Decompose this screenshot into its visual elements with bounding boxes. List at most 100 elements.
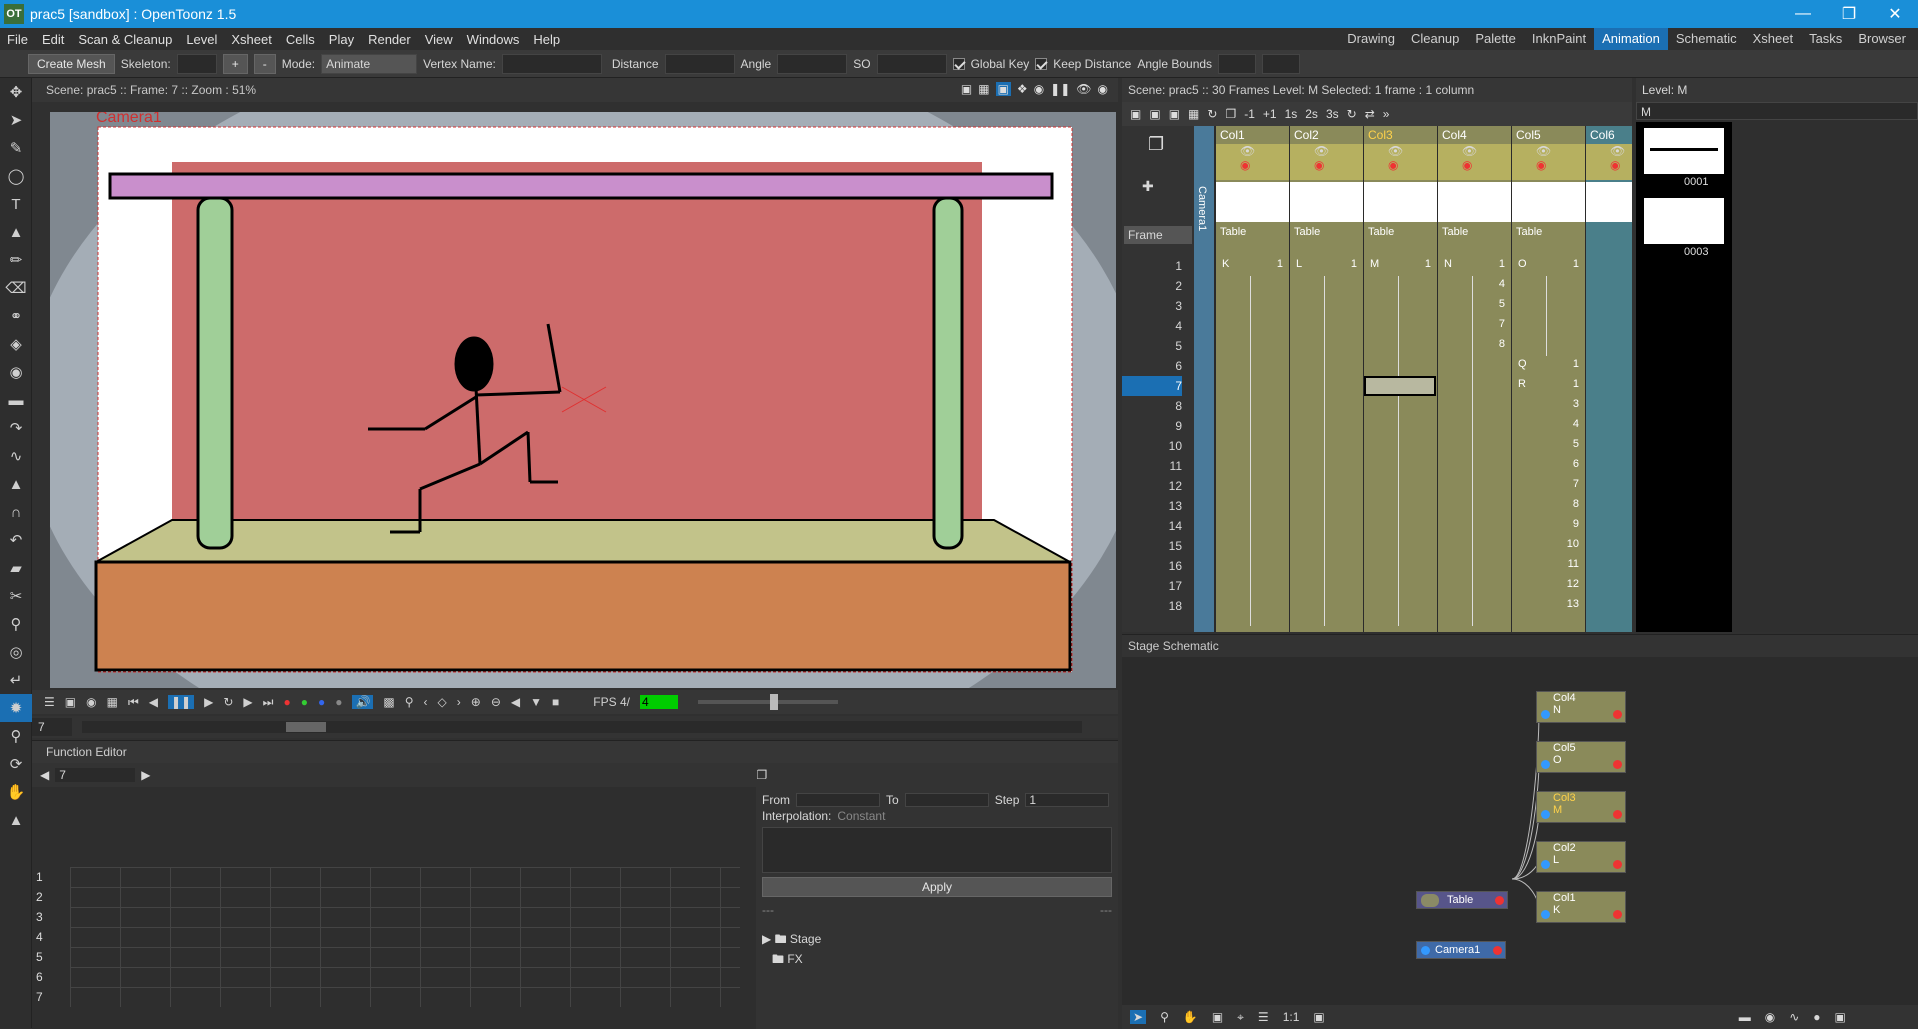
reframe-2s-button[interactable]: 2s [1305,107,1318,121]
flip-v-icon[interactable]: ▼ [530,695,542,709]
menu-level[interactable]: Level [179,32,224,47]
compare-icon[interactable]: ▦ [107,695,118,709]
angle-bounds-min-field[interactable] [1218,53,1257,74]
cell-frame[interactable]: 3 [1573,398,1579,410]
cell-frame[interactable]: 5 [1573,438,1579,450]
preview-visible-icon[interactable]: 👁 [1388,144,1403,158]
menu-view[interactable]: View [418,32,460,47]
room-tasks[interactable]: Tasks [1801,28,1850,50]
restore-icon[interactable]: ❐ [1826,0,1872,28]
cell-level[interactable]: R [1518,378,1526,390]
cell-frame[interactable]: 4 [1573,418,1579,430]
xsheet-column[interactable]: Col4 👁 ◉ Table N 1 4 5 7 8 [1438,126,1511,632]
toggle-fx-stage-icon[interactable]: ▣ [1835,1010,1846,1024]
frame-number[interactable]: 15 [1122,536,1182,556]
flip-h-icon[interactable]: ◀ [511,695,520,709]
preview-visible-icon[interactable]: 👁 [1314,144,1329,158]
histogram-icon[interactable]: ▩ [383,695,394,709]
green-channel-icon[interactable]: ● [301,695,308,709]
room-xsheet[interactable]: Xsheet [1745,28,1801,50]
preview-visible-icon[interactable]: 👁 [1462,144,1477,158]
node-input-port[interactable] [1541,860,1550,869]
vertex-name-field[interactable] [501,53,602,74]
interpolation-select[interactable]: Constant [837,809,885,823]
column-name[interactable]: Col1 [1216,126,1289,144]
cell-frame[interactable]: 13 [1567,598,1579,610]
cell-frame[interactable]: 10 [1567,538,1579,550]
xsheet-column[interactable]: Col5 👁 ◉ Table O 1 Q 1 R 1 3 4 5 6 7 8 9 10 11 12 13 [1512,126,1585,632]
frame-slider[interactable] [82,721,1082,733]
hand-tool-icon[interactable]: ✋ [0,778,32,806]
control-point-tool-icon[interactable]: ↷ [0,414,32,442]
cell-frame[interactable]: 5 [1499,298,1505,310]
mode-select[interactable]: Animate [321,53,418,74]
play-icon[interactable]: ▶ [204,695,213,709]
frame-number[interactable]: 9 [1122,416,1182,436]
column-thumbnail[interactable] [1216,182,1289,222]
menu-icon[interactable]: ☰ [44,695,55,709]
schematic-node[interactable]: Col3 M [1536,791,1626,823]
style-picker-tool-icon[interactable]: ◈ [0,330,32,358]
to-field[interactable] [904,793,989,807]
xsheet-column[interactable]: Col3 👁 ◉ Table M 1 [1364,126,1437,632]
blue-channel-icon[interactable]: ● [318,695,325,709]
selection-tool-icon[interactable]: ➤ [0,106,32,134]
column-name[interactable]: Col4 [1438,126,1511,144]
animate-tool-icon[interactable]: ✥ [0,78,32,106]
cell-level[interactable]: Q [1518,358,1527,370]
cell-frame[interactable]: 1 [1573,258,1579,270]
preview-visible-icon[interactable]: 👁 [1240,144,1255,158]
rotate-tool-icon[interactable]: ⟳ [0,750,32,778]
next-frame-icon[interactable]: ▶ [243,695,252,709]
room-schematic[interactable]: Schematic [1668,28,1745,50]
global-key-checkbox[interactable] [952,57,965,70]
toggle-view-icon[interactable]: ❐ [756,768,767,782]
column-name[interactable]: Col3 [1364,126,1437,144]
pause-icon[interactable]: ❚❚ [167,695,195,709]
frame-number[interactable]: 6 [1122,356,1182,376]
frame-number[interactable]: 2 [1122,276,1182,296]
frame-number[interactable]: 11 [1122,456,1182,476]
apply-button[interactable]: Apply [762,877,1112,897]
cell-frame[interactable]: 11 [1568,558,1579,570]
fps-slider[interactable] [697,694,838,710]
ruler-tool-icon[interactable]: ▬ [0,386,32,414]
frame-dropdown[interactable]: Frame [1124,226,1192,244]
prev-key-icon[interactable]: ‹ [424,695,428,709]
camera-snapshot-icon[interactable]: ◉ [86,695,96,709]
pump-tool-icon[interactable]: ▲ [0,470,32,498]
remove-skeleton-button[interactable]: - [253,53,276,74]
column-thumbnail[interactable] [1512,182,1585,222]
column-name[interactable]: Col2 [1290,126,1363,144]
distance-field[interactable] [664,53,735,74]
cell-level[interactable]: K [1222,258,1229,270]
cell-frame[interactable]: 1 [1573,378,1579,390]
menu-cells[interactable]: Cells [279,32,322,47]
room-cleanup[interactable]: Cleanup [1403,28,1467,50]
prev-frame-icon[interactable]: ◀ [149,695,158,709]
rotate-icon[interactable]: ↻ [1347,107,1357,121]
hand-mode-icon[interactable]: ✋ [1183,1010,1198,1024]
more-icon[interactable]: » [1383,107,1390,121]
freeze-icon[interactable]: ❚❚ [1050,82,1070,96]
add-column-icon[interactable]: ✚ [1142,178,1154,195]
column-thumbnail[interactable] [1364,182,1437,222]
xsheet-orientation-icon[interactable]: ❐ [1148,134,1164,155]
step-field[interactable]: 1 [1025,793,1110,807]
menu-play[interactable]: Play [322,32,361,47]
from-field[interactable] [796,793,880,807]
zoom-mode-icon[interactable]: ⚲ [1160,1010,1169,1024]
create-mesh-button[interactable]: Create Mesh [28,53,115,74]
level-frame-thumb-1[interactable] [1644,128,1724,174]
sub-camera-preview-icon[interactable]: ◉ [1098,82,1108,96]
plastic-tool-icon[interactable]: ✹ [0,694,32,722]
next-frame-icon[interactable]: ▶ [141,768,150,782]
fit-window-icon[interactable]: ▣ [1212,1010,1223,1024]
spreadsheet-grid[interactable] [70,867,740,1007]
selection-mode-icon[interactable]: ➤ [1130,1010,1147,1024]
menu-edit[interactable]: Edit [35,32,71,47]
tree-fx[interactable]: 🖿 FX [762,949,1112,969]
node-output-port[interactable] [1613,710,1622,719]
tree-stage[interactable]: ▶ 🖿 Stage [762,929,1112,949]
new-raster-level-icon[interactable]: ▣ [1169,107,1180,121]
